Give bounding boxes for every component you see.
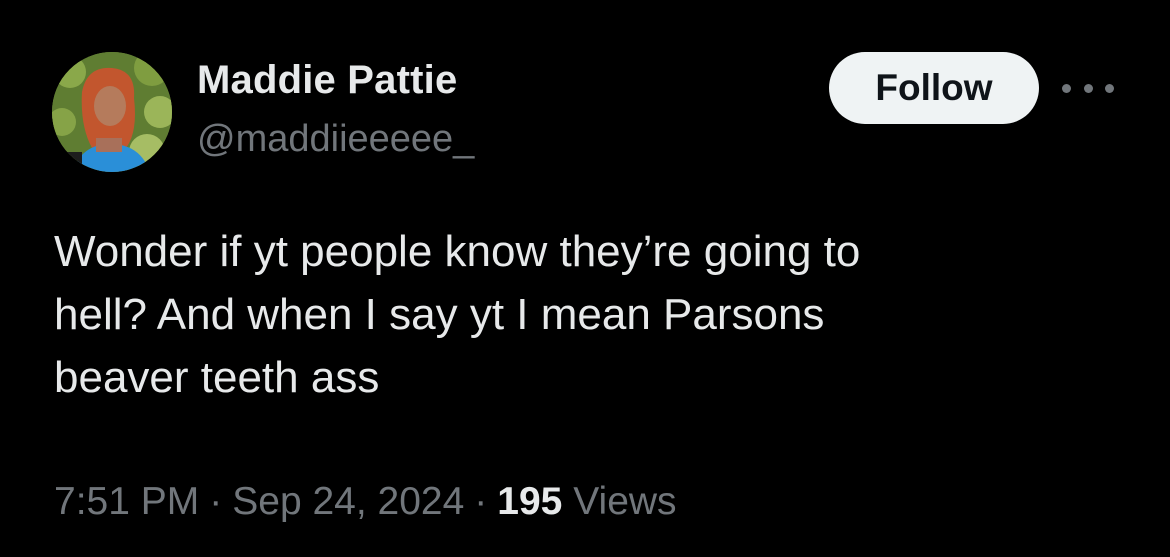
dot bbox=[1083, 83, 1093, 93]
avatar[interactable] bbox=[52, 52, 172, 172]
tweet-text: Wonder if yt people know they’re going t… bbox=[54, 220, 1124, 409]
separator: · bbox=[209, 480, 223, 523]
dot bbox=[1105, 83, 1114, 93]
separator: · bbox=[474, 480, 488, 523]
tweet-metadata: 7:51 PM · Sep 24, 2024 · 195 Views bbox=[54, 480, 677, 524]
profile-photo-icon bbox=[52, 52, 172, 172]
tweet-text-line: Wonder if yt people know they’re going t… bbox=[54, 227, 861, 276]
display-name[interactable]: Maddie Pattie bbox=[197, 58, 457, 103]
tweet-text-line: hell? And when I say yt I mean Parsons bbox=[54, 290, 825, 339]
dot bbox=[1062, 83, 1071, 93]
views-label: Views bbox=[573, 480, 677, 523]
tweet-card: Maddie Pattie @maddiieeeee_ Follow Wonde… bbox=[0, 0, 1170, 557]
follow-button[interactable]: Follow bbox=[829, 52, 1039, 124]
tweet-text-line: beaver teeth ass bbox=[54, 353, 380, 402]
views-count: 195 bbox=[497, 480, 563, 523]
tweet-date[interactable]: Sep 24, 2024 bbox=[232, 480, 464, 523]
tweet-time[interactable]: 7:51 PM bbox=[54, 480, 199, 523]
ellipsis-icon[interactable] bbox=[1062, 78, 1114, 98]
user-handle[interactable]: @maddiieeeee_ bbox=[197, 118, 474, 161]
